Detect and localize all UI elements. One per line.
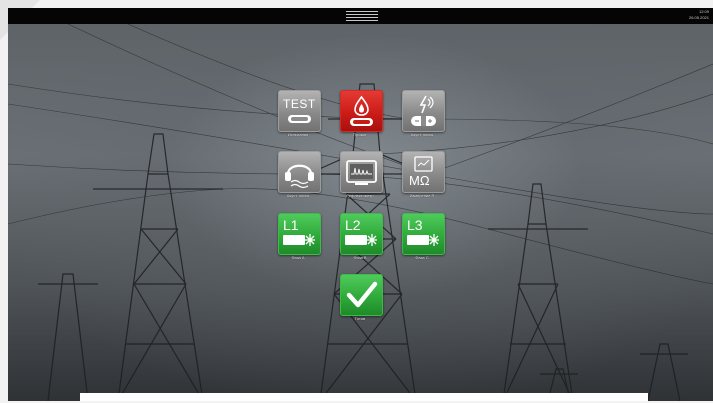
check-icon: [346, 281, 378, 308]
tile-headphones-label: Акуст. поиск: [286, 193, 310, 198]
tile-reflectometer-label: Рефлектометр: [346, 193, 374, 198]
tile-phase-l2-label: Фаза B: [353, 255, 367, 260]
tile-phase-l2-button[interactable]: L2: [340, 213, 383, 255]
tile-ready-button[interactable]: [340, 274, 383, 316]
tile-phase-l3-label: Фаза C: [415, 255, 429, 260]
tile-megaohm-button[interactable]: MΩ: [402, 151, 445, 193]
tile-acoustic-button[interactable]: [402, 90, 445, 132]
top-status-bar: 12:09 26.05.2021: [8, 8, 713, 24]
tile-burn-button[interactable]: [340, 90, 383, 132]
bottom-bar: [80, 393, 648, 401]
tile-test-button[interactable]: TEST: [278, 90, 321, 132]
clock-date: 26.05.2021: [688, 15, 709, 20]
clock: 12:09 26.05.2021: [689, 9, 709, 21]
device-screen: 12:09 26.05.2021 TEST Испытания Прожиг А…: [8, 8, 713, 401]
phase-l3-icon: [407, 234, 439, 246]
tile-megaohm-label: Измерение R: [409, 193, 435, 198]
tile-headphones-button[interactable]: [278, 151, 321, 193]
headphones-icon: [285, 164, 314, 189]
tile-phase-l3-button[interactable]: L3: [402, 213, 445, 255]
tile-burn-label: Прожиг: [353, 132, 367, 137]
megaohm-text: MΩ: [409, 173, 430, 188]
burn-flame-icon: [350, 95, 373, 126]
tile-phase-l1-label: Фаза А: [291, 255, 305, 260]
tile-ready-label: Готов: [354, 316, 366, 321]
menu-handle-icon[interactable]: [346, 11, 378, 21]
test-plug-icon: [288, 115, 311, 123]
phase-l1-icon: [283, 234, 315, 246]
tile-test-label: Испытания: [287, 132, 309, 137]
tile-phase-l1-button[interactable]: L1: [278, 213, 321, 255]
acoustic-pulse-icon: [411, 95, 436, 126]
tile-reflectometer-button[interactable]: [340, 151, 383, 193]
phase-l2-icon: [345, 234, 377, 246]
reflectometer-icon: [346, 160, 377, 185]
tile-acoustic-label: Акуст. поиск: [410, 132, 434, 137]
